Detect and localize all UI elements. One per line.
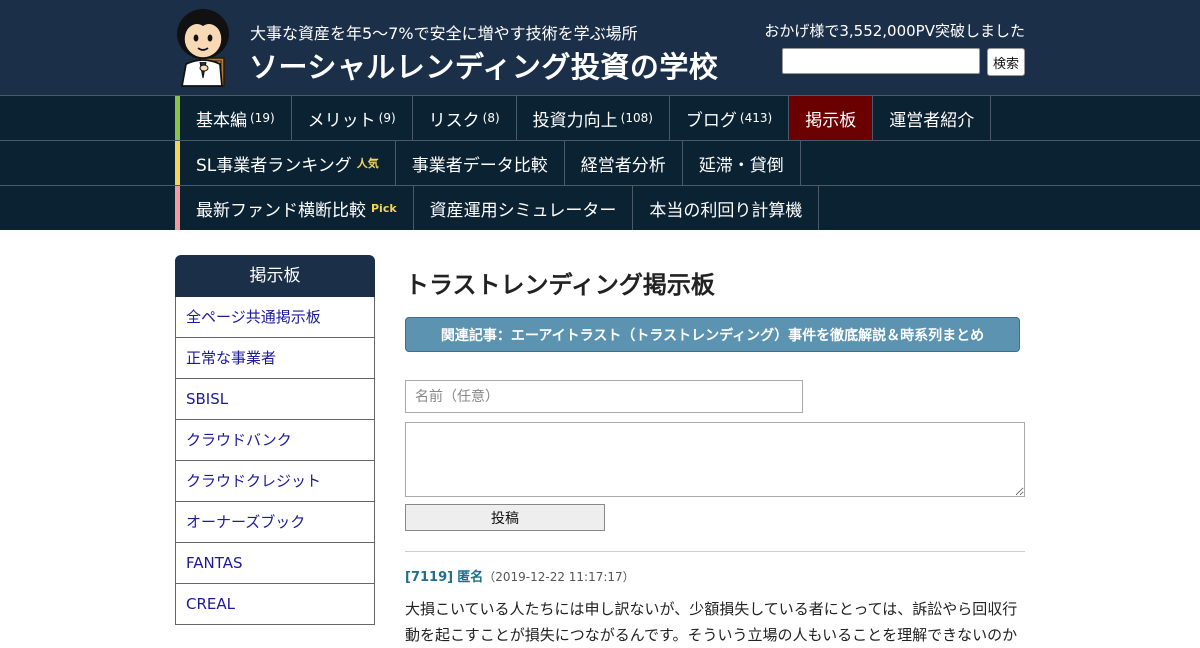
nav-row-1: 基本編 (19) メリット (9) リスク (8) 投資力向上 (108) ブログ (41… xyxy=(0,95,1200,140)
nav-item-label: メリット xyxy=(307,110,376,131)
nav-item-defaults[interactable]: 延滞・貸倒 xyxy=(683,141,801,185)
name-input[interactable] xyxy=(405,380,803,413)
post-body: 大損こいている人たちには申し訳ないが、少額損失している者にとっては、訴訟やら回収… xyxy=(405,600,1018,644)
nav-item-count: (9) xyxy=(378,111,396,125)
nav-item-yield-calculator[interactable]: 本当の利回り計算機 xyxy=(633,186,820,230)
message-textarea[interactable] xyxy=(405,422,1025,497)
nav-item-basics[interactable]: 基本編 (19) xyxy=(180,96,292,140)
sidebar-item[interactable]: クラウドバンク xyxy=(175,420,375,461)
sidebar-item[interactable]: SBISL xyxy=(175,379,375,420)
nav-item-investment-skills[interactable]: 投資力向上 (108) xyxy=(517,96,670,140)
sidebar-item[interactable]: クラウドクレジット xyxy=(175,461,375,502)
nav-item-label: 資産運用シミュレーター xyxy=(429,200,617,221)
sidebar-title: 掲示板 xyxy=(175,255,375,297)
post-id[interactable]: [7119] xyxy=(405,570,453,585)
post-author: 匿名 xyxy=(457,570,484,585)
nav-item-simulator[interactable]: 資産運用シミュレーター xyxy=(414,186,634,230)
nav-item-label: 本当の利回り計算機 xyxy=(649,200,803,221)
nav-item-label: 掲示板 xyxy=(805,110,857,131)
nav-item-label: 運営者紹介 xyxy=(889,110,975,131)
nav-item-fund-compare[interactable]: 最新ファンド横断比較 Pick xyxy=(180,186,414,230)
nav-item-label: 最新ファンド横断比較 xyxy=(196,200,366,221)
nav-item-ranking[interactable]: SL事業者ランキング 人気 xyxy=(180,141,396,185)
sidebar-item[interactable]: オーナーズブック xyxy=(175,502,375,543)
sidebar-item[interactable]: FANTAS xyxy=(175,543,375,584)
main-nav: 基本編 (19) メリット (9) リスク (8) 投資力向上 (108) ブログ (41… xyxy=(0,95,1200,230)
nav-item-count: (8) xyxy=(482,111,500,125)
avatar-icon[interactable] xyxy=(174,6,232,88)
nav-row-2: SL事業者ランキング 人気 事業者データ比較 経営者分析 延滞・貸倒 xyxy=(0,140,1200,185)
site-tagline: 大事な資産を年5～7%で安全に増やす技術を学ぶ場所 xyxy=(250,24,638,43)
nav-row-3: 最新ファンド横断比較 Pick 資産運用シミュレーター 本当の利回り計算機 xyxy=(0,185,1200,230)
site-header: 大事な資産を年5～7%で安全に増やす技術を学ぶ場所 ソーシャルレンディング投資の… xyxy=(0,0,1200,95)
post-meta: [7119] 匿名（2019-12-22 11:17:17） xyxy=(405,566,635,585)
nav-item-label: 基本編 xyxy=(196,110,247,131)
submit-button[interactable]: 投稿 xyxy=(405,504,605,531)
sidebar-item[interactable]: 正常な事業者 xyxy=(175,338,375,379)
nav-item-about[interactable]: 運営者紹介 xyxy=(873,96,992,140)
nav-item-blog[interactable]: ブログ (413) xyxy=(670,96,790,140)
site-title[interactable]: ソーシャルレンディング投資の学校 xyxy=(249,44,718,86)
nav-item-count: (108) xyxy=(620,111,653,125)
pv-count-text: おかげ様で3,552,000PV突破しました xyxy=(764,22,1025,40)
nav-item-executive-analysis[interactable]: 経営者分析 xyxy=(565,141,683,185)
sidebar: 掲示板 全ページ共通掲示板 正常な事業者 SBISL クラウドバンク クラウドク… xyxy=(175,255,375,625)
nav-item-badge: Pick xyxy=(371,201,397,215)
related-article-button[interactable]: 関連記事：エーアイトラスト（トラストレンディング）事件を徹底解説＆時系列まとめ xyxy=(405,317,1020,352)
nav-item-label: 経営者分析 xyxy=(580,155,666,176)
post-divider xyxy=(405,551,1025,552)
nav-item-badge: 人気 xyxy=(356,157,379,170)
nav-item-label: ブログ xyxy=(685,110,737,131)
post-timestamp: （2019-12-22 11:17:17） xyxy=(483,570,635,584)
search-input[interactable] xyxy=(782,48,980,74)
nav-item-label: 投資力向上 xyxy=(532,110,618,131)
nav-item-merits[interactable]: メリット (9) xyxy=(292,96,413,140)
sidebar-item[interactable]: 全ページ共通掲示板 xyxy=(175,297,375,338)
search-button[interactable]: 検索 xyxy=(987,48,1025,76)
nav-item-label: SL事業者ランキング xyxy=(196,155,352,176)
nav-item-forum[interactable]: 掲示板 xyxy=(789,96,874,140)
nav-item-count: (413) xyxy=(739,111,773,125)
page-title: トラストレンディング掲示板 xyxy=(405,271,715,299)
nav-item-label: 事業者データ比較 xyxy=(411,155,548,176)
sidebar-item[interactable]: CREAL xyxy=(175,584,375,625)
nav-item-count: (19) xyxy=(250,111,275,125)
nav-item-data-compare[interactable]: 事業者データ比較 xyxy=(396,141,565,185)
nav-item-label: リスク xyxy=(428,110,480,131)
nav-item-label: 延滞・貸倒 xyxy=(698,155,784,176)
nav-item-risks[interactable]: リスク (8) xyxy=(413,96,517,140)
